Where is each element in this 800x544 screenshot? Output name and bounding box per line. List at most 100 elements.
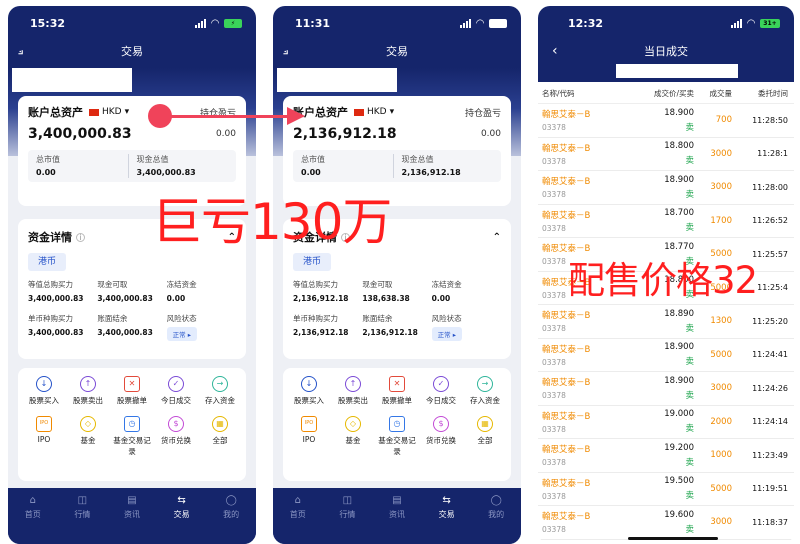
function-label: 全部 [212, 436, 228, 445]
tab-news[interactable]: ▤ 资讯 [107, 488, 157, 526]
annotation-dot [148, 104, 172, 128]
table-row[interactable]: 翰思艾泰－B 03378 18.800 卖 3000 11:28:1 [538, 138, 794, 171]
cancel-order-icon: ✕ [389, 376, 405, 392]
deal-side: 卖 [685, 457, 694, 468]
function-deposit[interactable]: → 存入资金 [198, 376, 242, 406]
brand-logo-icon: ⟓ [283, 44, 289, 57]
stock-name: 翰思艾泰－B [542, 512, 591, 523]
function-buy[interactable]: ↓ 股票买入 [287, 376, 331, 406]
stock-name: 翰思艾泰－B [542, 311, 591, 322]
function-deposit[interactable]: → 存入资金 [463, 376, 507, 406]
table-row[interactable]: 翰思艾泰－B 03378 18.900 卖 700 11:28:50 [538, 104, 794, 138]
deal-quantity: 5000 [710, 349, 732, 360]
fund-currency-tab[interactable]: 港币 [28, 253, 66, 271]
function-fund-record[interactable]: ◷ 基金交易记录 [110, 416, 154, 457]
function-ipo[interactable]: IPO IPO [287, 416, 331, 457]
loss-annotation: 巨亏130万 [152, 193, 392, 251]
tab-market[interactable]: ◫ 行情 [323, 488, 373, 526]
signal-icon [460, 18, 472, 28]
order-time: 11:24:26 [752, 383, 788, 393]
tab-trade[interactable]: ⇆ 交易 [422, 488, 472, 526]
function-fund[interactable]: ◇ 基金 [66, 416, 110, 457]
tab-label: 交易 [438, 509, 455, 519]
table-row[interactable]: 翰思艾泰－B 03378 19.500 卖 5000 11:19:51 [538, 473, 794, 506]
function-exchange[interactable]: $ 货币兑换 [419, 416, 463, 457]
price-annotation: 配售价格32 [568, 259, 758, 302]
deal-price: 19.600 [664, 509, 694, 520]
tab-label: 行情 [339, 509, 356, 519]
table-row[interactable]: 翰思艾泰－B 03378 18.900 卖 3000 11:28:00 [538, 171, 794, 205]
trade-icon: ⇆ [177, 494, 186, 506]
battery-icon: ⚡ [224, 18, 242, 28]
table-row[interactable]: 翰思艾泰－B 03378 19.200 卖 1000 11:23:49 [538, 439, 794, 473]
wifi-icon: ◠ [211, 17, 219, 29]
risk-status-badge[interactable]: 正常 ▸ [166, 327, 197, 341]
stock-code: 03378 [542, 458, 566, 468]
tab-profile[interactable]: ◯ 我的 [471, 488, 521, 526]
function-cancel-order[interactable]: ✕ 股票撤单 [375, 376, 419, 406]
table-row[interactable]: 翰思艾泰－B 03378 18.900 卖 3000 11:24:26 [538, 372, 794, 406]
function-label: 货币兑换 [426, 436, 456, 445]
function-today-deals[interactable]: ✓ 今日成交 [154, 376, 198, 406]
fund-currency-tab[interactable]: 港币 [293, 253, 331, 271]
stock-name: 翰思艾泰－B [542, 411, 591, 422]
table-row[interactable]: 翰思艾泰－B 03378 18.890 卖 1300 11:25:20 [538, 305, 794, 339]
function-all[interactable]: ▦ 全部 [463, 416, 507, 457]
deal-side: 卖 [685, 122, 694, 133]
cash-total-label: 现金总值 [136, 155, 169, 164]
tab-profile[interactable]: ◯ 我的 [206, 488, 256, 526]
function-grid-card: ↓ 股票买入 ↑ 股票卖出 ✕ 股票撤单 ✓ 今日成交 → 存入资金 IPO IPO ◇ 基金 ◷ 基金交易记… [283, 368, 511, 481]
fund-item-label: 单币种购买力 [28, 314, 73, 323]
function-sell[interactable]: ↑ 股票卖出 [331, 376, 375, 406]
deal-price: 18.900 [664, 342, 694, 353]
tab-trade[interactable]: ⇆ 交易 [157, 488, 207, 526]
function-label: 货币兑换 [161, 436, 191, 445]
market-value-label: 总市值 [36, 155, 60, 164]
order-time: 11:18:37 [752, 517, 788, 527]
ipo-icon: IPO [301, 416, 317, 432]
tab-home[interactable]: ⌂ 首页 [273, 488, 323, 526]
back-arrow-icon[interactable]: ‹ [552, 43, 558, 59]
function-exchange[interactable]: $ 货币兑换 [154, 416, 198, 457]
function-all[interactable]: ▦ 全部 [198, 416, 242, 457]
function-ipo[interactable]: IPO IPO [22, 416, 66, 457]
deal-price: 18.890 [664, 308, 694, 319]
deal-price: 19.500 [664, 476, 694, 487]
fund-item-label: 风险状态 [166, 314, 197, 323]
fund-item-label: 冻结资金 [431, 280, 462, 289]
function-label: 全部 [477, 436, 493, 445]
function-label: 基金交易记录 [113, 436, 151, 456]
tab-news[interactable]: ▤ 资讯 [372, 488, 422, 526]
deal-quantity: 700 [715, 115, 732, 126]
total-assets-value: 2,136,912.18 [293, 126, 397, 142]
table-row[interactable]: 翰思艾泰－B 03378 19.600 卖 3000 11:18:37 [538, 506, 794, 540]
wifi-icon: ◠ [476, 17, 484, 29]
function-today-deals[interactable]: ✓ 今日成交 [419, 376, 463, 406]
collapse-icon[interactable]: ⌃ [493, 232, 501, 243]
function-label: 股票撤单 [382, 396, 412, 405]
info-icon[interactable]: i [76, 232, 85, 242]
function-cancel-order[interactable]: ✕ 股票撤单 [110, 376, 154, 406]
fund-item-value: 3,400,000.83 [28, 328, 84, 337]
table-row[interactable]: 翰思艾泰－B 03378 18.700 卖 1700 11:26:52 [538, 205, 794, 238]
fund-title: 资金详情 [28, 231, 72, 244]
deal-quantity: 2000 [710, 416, 732, 427]
deal-quantity: 1000 [710, 450, 732, 461]
currency-selector[interactable]: HKD ▾ [89, 107, 129, 117]
table-row[interactable]: 翰思艾泰－B 03378 19.000 卖 2000 11:24:14 [538, 406, 794, 439]
wifi-icon: ◠ [747, 17, 755, 29]
function-buy[interactable]: ↓ 股票买入 [22, 376, 66, 406]
function-fund-record[interactable]: ◷ 基金交易记录 [375, 416, 419, 457]
fund-record-icon: ◷ [389, 416, 405, 432]
tab-market[interactable]: ◫ 行情 [58, 488, 108, 526]
tab-home[interactable]: ⌂ 首页 [8, 488, 58, 526]
risk-status-badge[interactable]: 正常 ▸ [431, 327, 462, 341]
currency-selector[interactable]: HKD ▾ [354, 107, 394, 117]
stock-name: 翰思艾泰－B [542, 143, 591, 154]
fund-item-label: 账面结余 [97, 314, 128, 323]
table-row[interactable]: 翰思艾泰－B 03378 18.900 卖 5000 11:24:41 [538, 339, 794, 372]
function-sell[interactable]: ↑ 股票卖出 [66, 376, 110, 406]
function-fund[interactable]: ◇ 基金 [331, 416, 375, 457]
fund-item-label: 等值总购买力 [293, 280, 338, 289]
deal-side: 卖 [685, 357, 694, 368]
